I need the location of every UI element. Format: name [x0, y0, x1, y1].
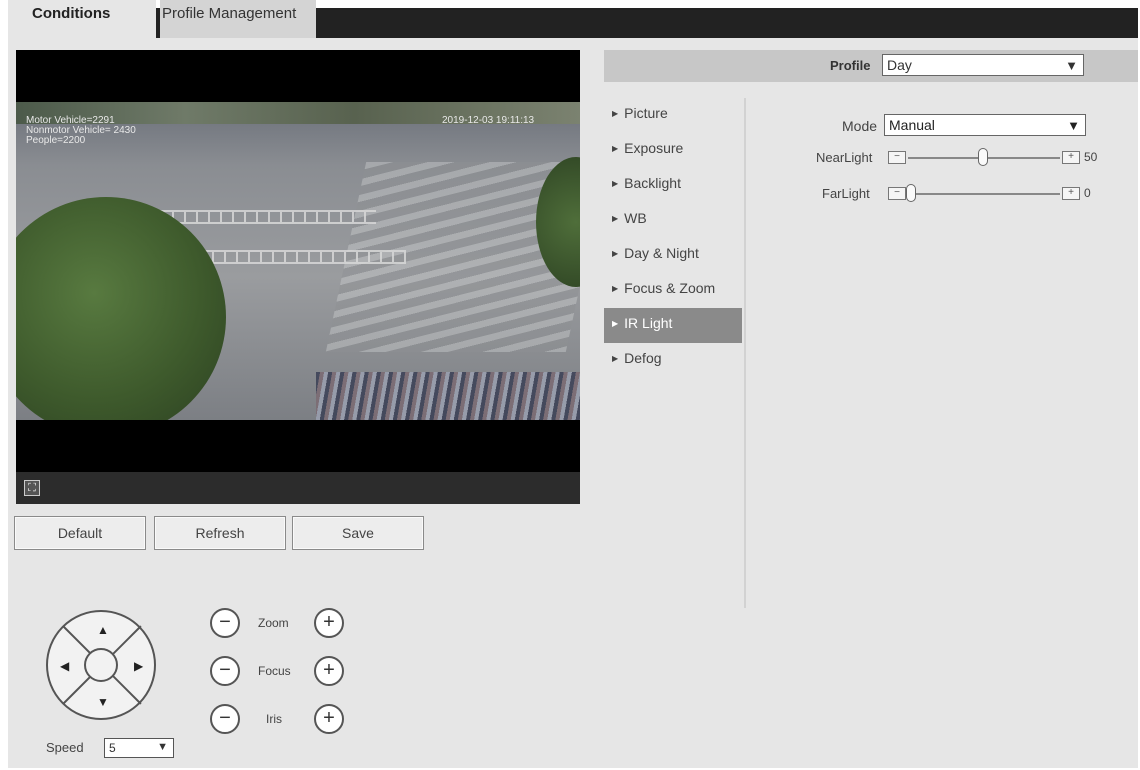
- panel-divider: [744, 98, 746, 608]
- menu-item-picture[interactable]: ▶ Picture: [604, 98, 742, 133]
- mode-value: Manual: [889, 117, 935, 133]
- iris-minus-button[interactable]: −: [210, 704, 240, 734]
- nearlight-slider-handle[interactable]: [978, 148, 988, 166]
- focus-plus-button[interactable]: +: [314, 656, 344, 686]
- farlight-value: 0: [1084, 186, 1091, 200]
- farlight-slider-track[interactable]: [908, 193, 1060, 195]
- speed-value: 5: [109, 741, 116, 755]
- menu-item-focus-zoom[interactable]: ▶ Focus & Zoom: [604, 273, 742, 308]
- caret-right-icon: ▶: [612, 109, 619, 119]
- chevron-down-icon: ▼: [157, 741, 168, 753]
- farlight-decrease-button[interactable]: −: [888, 187, 906, 200]
- speed-label: Speed: [46, 740, 84, 755]
- profile-select[interactable]: Day ▼: [882, 54, 1084, 76]
- zoom-label: Zoom: [258, 616, 289, 630]
- tab-profile-management[interactable]: Profile Management: [160, 0, 316, 38]
- ptz-center-button[interactable]: [84, 648, 118, 682]
- caret-right-icon: ▶: [612, 144, 619, 154]
- down-arrow-icon[interactable]: ▼: [97, 696, 109, 708]
- ptz-direction-pad[interactable]: ▲ ▼ ◀ ▶: [46, 610, 156, 720]
- caret-right-icon: ▶: [612, 354, 619, 364]
- zoom-out-button[interactable]: −: [210, 608, 240, 638]
- farlight-slider-handle[interactable]: [906, 184, 916, 202]
- nearlight-label: NearLight: [816, 150, 873, 165]
- nearlight-value: 50: [1084, 150, 1098, 164]
- farlight-label: FarLight: [822, 186, 870, 201]
- zoom-in-button[interactable]: +: [314, 608, 344, 638]
- menu-item-defog[interactable]: ▶ Defog: [604, 343, 742, 378]
- caret-right-icon: ▶: [612, 214, 619, 224]
- tab-conditions[interactable]: Conditions: [8, 0, 156, 38]
- speed-select[interactable]: 5 ▼: [104, 738, 174, 758]
- nearlight-decrease-button[interactable]: −: [888, 151, 906, 164]
- up-arrow-icon[interactable]: ▲: [97, 624, 109, 636]
- menu-item-backlight[interactable]: ▶ Backlight: [604, 168, 742, 203]
- profile-bar: Profile Day ▼: [604, 50, 1138, 82]
- tree: [16, 197, 226, 420]
- caret-right-icon: ▶: [612, 179, 619, 189]
- menu-item-day-night[interactable]: ▶ Day & Night: [604, 238, 742, 273]
- camera-scene: [16, 102, 580, 420]
- default-button[interactable]: Default: [14, 516, 146, 550]
- focus-label: Focus: [258, 664, 291, 678]
- refresh-button[interactable]: Refresh: [154, 516, 286, 550]
- right-arrow-icon[interactable]: ▶: [134, 660, 143, 672]
- menu-item-wb[interactable]: ▶ WB: [604, 203, 742, 238]
- left-arrow-icon[interactable]: ◀: [60, 660, 69, 672]
- mode-select[interactable]: Manual ▼: [884, 114, 1086, 136]
- menu-item-ir-light[interactable]: ▶ IR Light: [604, 308, 742, 343]
- osd-counters: Motor Vehicle=2291 Nonmotor Vehicle= 243…: [26, 116, 136, 146]
- chevron-down-icon: ▼: [1067, 118, 1080, 133]
- main-panel: Motor Vehicle=2291 Nonmotor Vehicle= 243…: [8, 38, 1138, 768]
- fullscreen-icon[interactable]: ⛶: [24, 480, 40, 496]
- nearlight-increase-button[interactable]: +: [1062, 151, 1080, 164]
- settings-menu: ▶ Picture ▶ Exposure ▶ Backlight ▶ WB ▶ Day &…: [604, 98, 742, 378]
- osd-timestamp: 2019-12-03 19:11:13: [442, 115, 535, 126]
- video-toolbar: ⛶: [16, 472, 580, 504]
- mode-label: Mode: [842, 118, 878, 134]
- osd-people: People=2200: [26, 135, 86, 146]
- iris-plus-button[interactable]: +: [314, 704, 344, 734]
- iris-label: Iris: [266, 712, 282, 726]
- focus-minus-button[interactable]: −: [210, 656, 240, 686]
- save-button[interactable]: Save: [292, 516, 424, 550]
- video-preview: Motor Vehicle=2291 Nonmotor Vehicle= 243…: [16, 50, 580, 504]
- profile-label: Profile: [830, 58, 871, 73]
- menu-item-exposure[interactable]: ▶ Exposure: [604, 133, 742, 168]
- farlight-increase-button[interactable]: +: [1062, 187, 1080, 200]
- caret-right-icon: ▶: [612, 284, 619, 294]
- profile-value: Day: [887, 57, 912, 73]
- caret-right-icon: ▶: [612, 249, 619, 259]
- chevron-down-icon: ▼: [1065, 58, 1078, 73]
- caret-right-icon: ▶: [612, 319, 619, 329]
- parked-bikes: [316, 372, 580, 420]
